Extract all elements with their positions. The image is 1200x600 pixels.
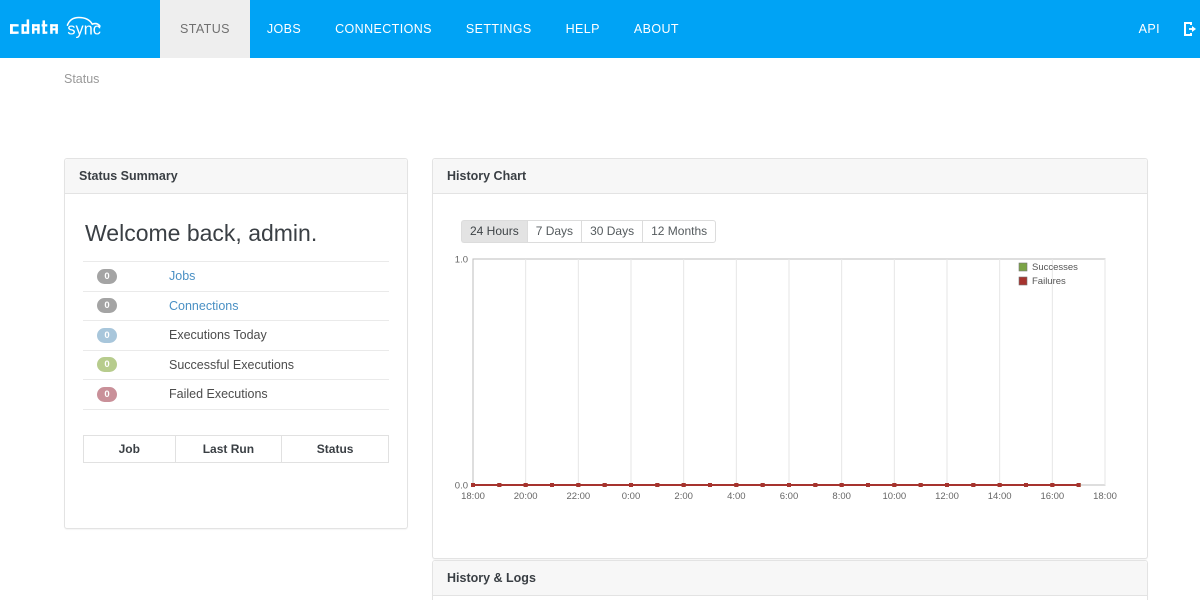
svg-text:10:00: 10:00 xyxy=(882,491,906,502)
primary-nav: STATUS JOBS CONNECTIONS SETTINGS HELP AB… xyxy=(160,0,696,58)
nav-right-group: API xyxy=(1121,0,1200,58)
stat-row-failed-executions: 0 Failed Executions xyxy=(83,380,389,410)
chart-range-button-group: 24 Hours 7 Days 30 Days 12 Months xyxy=(461,220,716,243)
status-summary-panel: Status Summary Welcome back, admin. 0 Jo… xyxy=(64,158,408,529)
history-chart-column: History Chart 24 Hours 7 Days 30 Days 12… xyxy=(432,158,1148,559)
svg-text:12:00: 12:00 xyxy=(935,491,959,502)
stat-label-successful-executions: Successful Executions xyxy=(169,358,294,372)
svg-text:0.0: 0.0 xyxy=(455,481,468,492)
stat-badge-failed-executions: 0 xyxy=(97,387,117,402)
logout-icon[interactable] xyxy=(1178,0,1200,58)
nav-item-connections[interactable]: CONNECTIONS xyxy=(318,0,449,58)
stat-row-successful-executions: 0 Successful Executions xyxy=(83,351,389,381)
nav-item-jobs[interactable]: JOBS xyxy=(250,0,318,58)
svg-text:18:00: 18:00 xyxy=(1093,491,1117,502)
history-chart-panel: History Chart 24 Hours 7 Days 30 Days 12… xyxy=(432,158,1148,559)
svg-text:18:00: 18:00 xyxy=(461,491,485,502)
stat-badge-jobs: 0 xyxy=(97,269,117,284)
history-chart-svg: 18:00 20:00 22:00 0:00 2:00 4:00 6:00 8:00 10:00… xyxy=(445,251,1135,513)
history-logs-panel: History & Logs Job History Application L… xyxy=(432,560,1148,600)
history-chart-plot: 18:00 20:00 22:00 0:00 2:00 4:00 6:00 8:00 10:00… xyxy=(445,251,1135,519)
stat-label-executions-today: Executions Today xyxy=(169,328,267,342)
history-logs-column: History & Logs Job History Application L… xyxy=(432,560,1148,600)
svg-text:20:00: 20:00 xyxy=(514,491,538,502)
column-header-status: Status xyxy=(282,435,389,462)
nav-item-status[interactable]: STATUS xyxy=(160,0,250,58)
svg-text:14:00: 14:00 xyxy=(988,491,1012,502)
stat-badge-successful-executions: 0 xyxy=(97,357,117,372)
history-chart-title: History Chart xyxy=(433,159,1147,194)
history-logs-title: History & Logs xyxy=(433,561,1147,596)
stat-list: 0 Jobs 0 Connections 0 Executions Today … xyxy=(83,261,389,410)
welcome-message: Welcome back, admin. xyxy=(83,220,389,253)
column-header-job: Job xyxy=(84,435,176,462)
svg-text:Successes: Successes xyxy=(1032,262,1078,273)
job-status-table: Job Last Run Status xyxy=(83,435,389,511)
stat-label-jobs[interactable]: Jobs xyxy=(169,269,195,283)
svg-text:2:00: 2:00 xyxy=(674,491,693,502)
range-button-30-days[interactable]: 30 Days xyxy=(581,220,642,243)
stat-label-failed-executions: Failed Executions xyxy=(169,387,268,401)
svg-text:8:00: 8:00 xyxy=(832,491,851,502)
stat-badge-executions-today: 0 xyxy=(97,328,117,343)
nav-item-help[interactable]: HELP xyxy=(549,0,617,58)
nav-item-api[interactable]: API xyxy=(1121,22,1178,36)
svg-text:4:00: 4:00 xyxy=(727,491,746,502)
svg-text:1.0: 1.0 xyxy=(455,255,468,266)
top-navbar: sync STATUS JOBS CONNECTIONS SETTINGS HE… xyxy=(0,0,1200,58)
stat-row-executions-today: 0 Executions Today xyxy=(83,321,389,351)
svg-text:0:00: 0:00 xyxy=(622,491,641,502)
stat-badge-connections: 0 xyxy=(97,298,117,313)
nav-item-settings[interactable]: SETTINGS xyxy=(449,0,549,58)
status-summary-column: Status Summary Welcome back, admin. 0 Jo… xyxy=(64,158,408,529)
logout-glyph-icon xyxy=(1183,21,1199,37)
nav-item-about[interactable]: ABOUT xyxy=(617,0,696,58)
svg-text:6:00: 6:00 xyxy=(780,491,799,502)
svg-text:sync: sync xyxy=(67,21,100,39)
status-summary-body: Welcome back, admin. 0 Jobs 0 Connection… xyxy=(65,194,407,528)
svg-text:22:00: 22:00 xyxy=(566,491,590,502)
column-header-last-run: Last Run xyxy=(175,435,282,462)
history-logs-body: Job History Application Log Access Log xyxy=(433,596,1147,600)
stat-row-connections[interactable]: 0 Connections xyxy=(83,292,389,322)
svg-text:Failures: Failures xyxy=(1032,276,1066,287)
svg-text:16:00: 16:00 xyxy=(1040,491,1064,502)
breadcrumb: Status xyxy=(0,58,1200,94)
stat-row-jobs[interactable]: 0 Jobs xyxy=(83,262,389,292)
stat-label-connections[interactable]: Connections xyxy=(169,299,239,313)
page-body: Status Status Summary Welcome back, admi… xyxy=(0,58,1200,600)
range-button-12-months[interactable]: 12 Months xyxy=(642,220,716,243)
range-button-7-days[interactable]: 7 Days xyxy=(527,220,581,243)
brand-logo[interactable]: sync xyxy=(0,0,160,58)
table-header-row: Job Last Run Status xyxy=(84,435,389,462)
history-chart-body: 24 Hours 7 Days 30 Days 12 Months 18:00 2… xyxy=(433,194,1147,558)
cdata-sync-logo-icon: sync xyxy=(10,12,144,46)
range-button-24-hours[interactable]: 24 Hours xyxy=(461,220,527,243)
table-body-empty xyxy=(84,462,389,510)
status-summary-title: Status Summary xyxy=(65,159,407,194)
